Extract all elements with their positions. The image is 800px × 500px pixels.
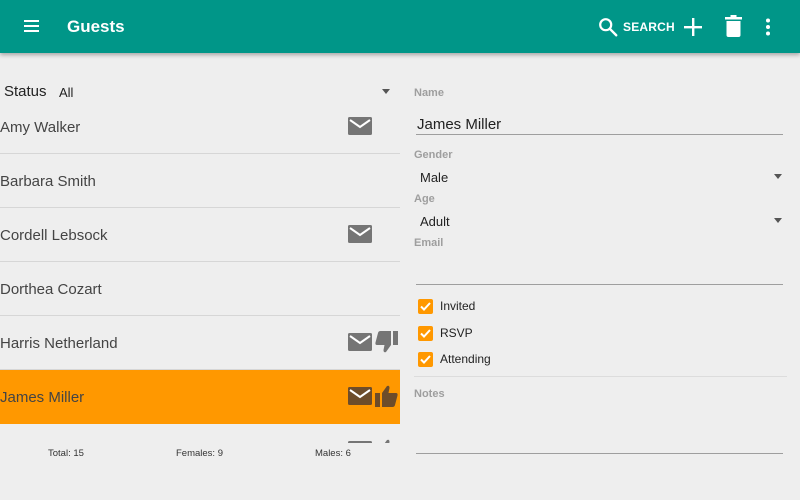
females-count: Females: 9 <box>176 448 223 459</box>
search-label: SEARCH <box>623 20 675 34</box>
dropdown-arrow-icon[interactable] <box>382 89 390 94</box>
attending-label: Attending <box>440 352 491 366</box>
email-underline <box>416 284 783 285</box>
app-bar: Guests SEARCH <box>0 0 800 53</box>
total-count: Total: 15 <box>48 448 84 459</box>
rsvp-label: RSVP <box>440 326 473 340</box>
search-icon <box>599 18 618 37</box>
more-vert-icon <box>766 18 770 36</box>
mail-icon <box>348 387 372 410</box>
email-label: Email <box>414 237 444 249</box>
guest-row[interactable]: Barbara Smith <box>0 154 400 208</box>
guest-row[interactable]: James Miller <box>0 370 400 424</box>
divider <box>414 376 787 377</box>
delete-button[interactable] <box>725 15 742 42</box>
mail-icon <box>348 117 372 140</box>
guest-detail-panel: Name James Miller Gender Male Age Adult … <box>400 53 800 500</box>
guest-row[interactable]: Dorthea Cozart <box>0 262 400 316</box>
name-label: Name <box>414 87 444 99</box>
gender-select[interactable]: Male <box>420 170 448 185</box>
delete-icon <box>725 15 742 37</box>
mail-icon <box>348 225 372 248</box>
name-field[interactable]: James Miller <box>417 116 501 133</box>
mail-icon <box>348 333 372 356</box>
invited-label: Invited <box>440 299 476 313</box>
search-button[interactable]: SEARCH <box>597 14 675 40</box>
guest-row[interactable]: Amy Walker <box>0 100 400 154</box>
guest-name: James Miller <box>0 389 85 406</box>
gender-label: Gender <box>414 149 453 161</box>
menu-icon[interactable] <box>22 16 44 36</box>
status-value: All <box>59 85 74 100</box>
checkbox-checked-icon <box>418 351 433 367</box>
guest-name: Barbara Smith <box>0 173 96 190</box>
guest-list: Amy Walker Barbara Smith Cordell Lebsock Do… <box>0 100 400 478</box>
guest-list-panel: Status All Amy Walker Barbara Smith Cordel… <box>0 53 400 500</box>
age-dropdown-arrow-icon[interactable] <box>774 218 782 223</box>
invited-checkbox[interactable]: Invited <box>418 298 475 314</box>
age-select[interactable]: Adult <box>420 214 450 229</box>
guest-name: Amy Walker <box>0 119 81 136</box>
status-label: Status <box>4 83 47 100</box>
guest-name: Cordell Lebsock <box>0 227 108 244</box>
checkbox-checked-icon <box>418 298 433 314</box>
guest-name: Dorthea Cozart <box>0 281 102 298</box>
thumb-down-icon <box>375 331 398 358</box>
gender-dropdown-arrow-icon[interactable] <box>774 174 782 179</box>
add-button[interactable] <box>683 17 703 42</box>
list-footer: Total: 15 Females: 9 Males: 6 <box>0 443 400 500</box>
attending-checkbox[interactable]: Attending <box>418 351 491 367</box>
guest-row[interactable]: Cordell Lebsock <box>0 208 400 262</box>
more-button[interactable] <box>765 18 771 41</box>
name-underline <box>416 134 783 135</box>
add-icon <box>684 18 702 36</box>
guest-name: Harris Netherland <box>0 335 118 352</box>
age-label: Age <box>414 193 435 205</box>
checkbox-checked-icon <box>418 325 433 341</box>
notes-label: Notes <box>414 388 445 400</box>
guest-row[interactable]: Harris Netherland <box>0 316 400 370</box>
notes-underline <box>416 453 783 454</box>
app-title: Guests <box>67 17 125 36</box>
males-count: Males: 6 <box>315 448 351 459</box>
rsvp-checkbox[interactable]: RSVP <box>418 325 473 341</box>
thumb-up-icon <box>375 385 398 412</box>
